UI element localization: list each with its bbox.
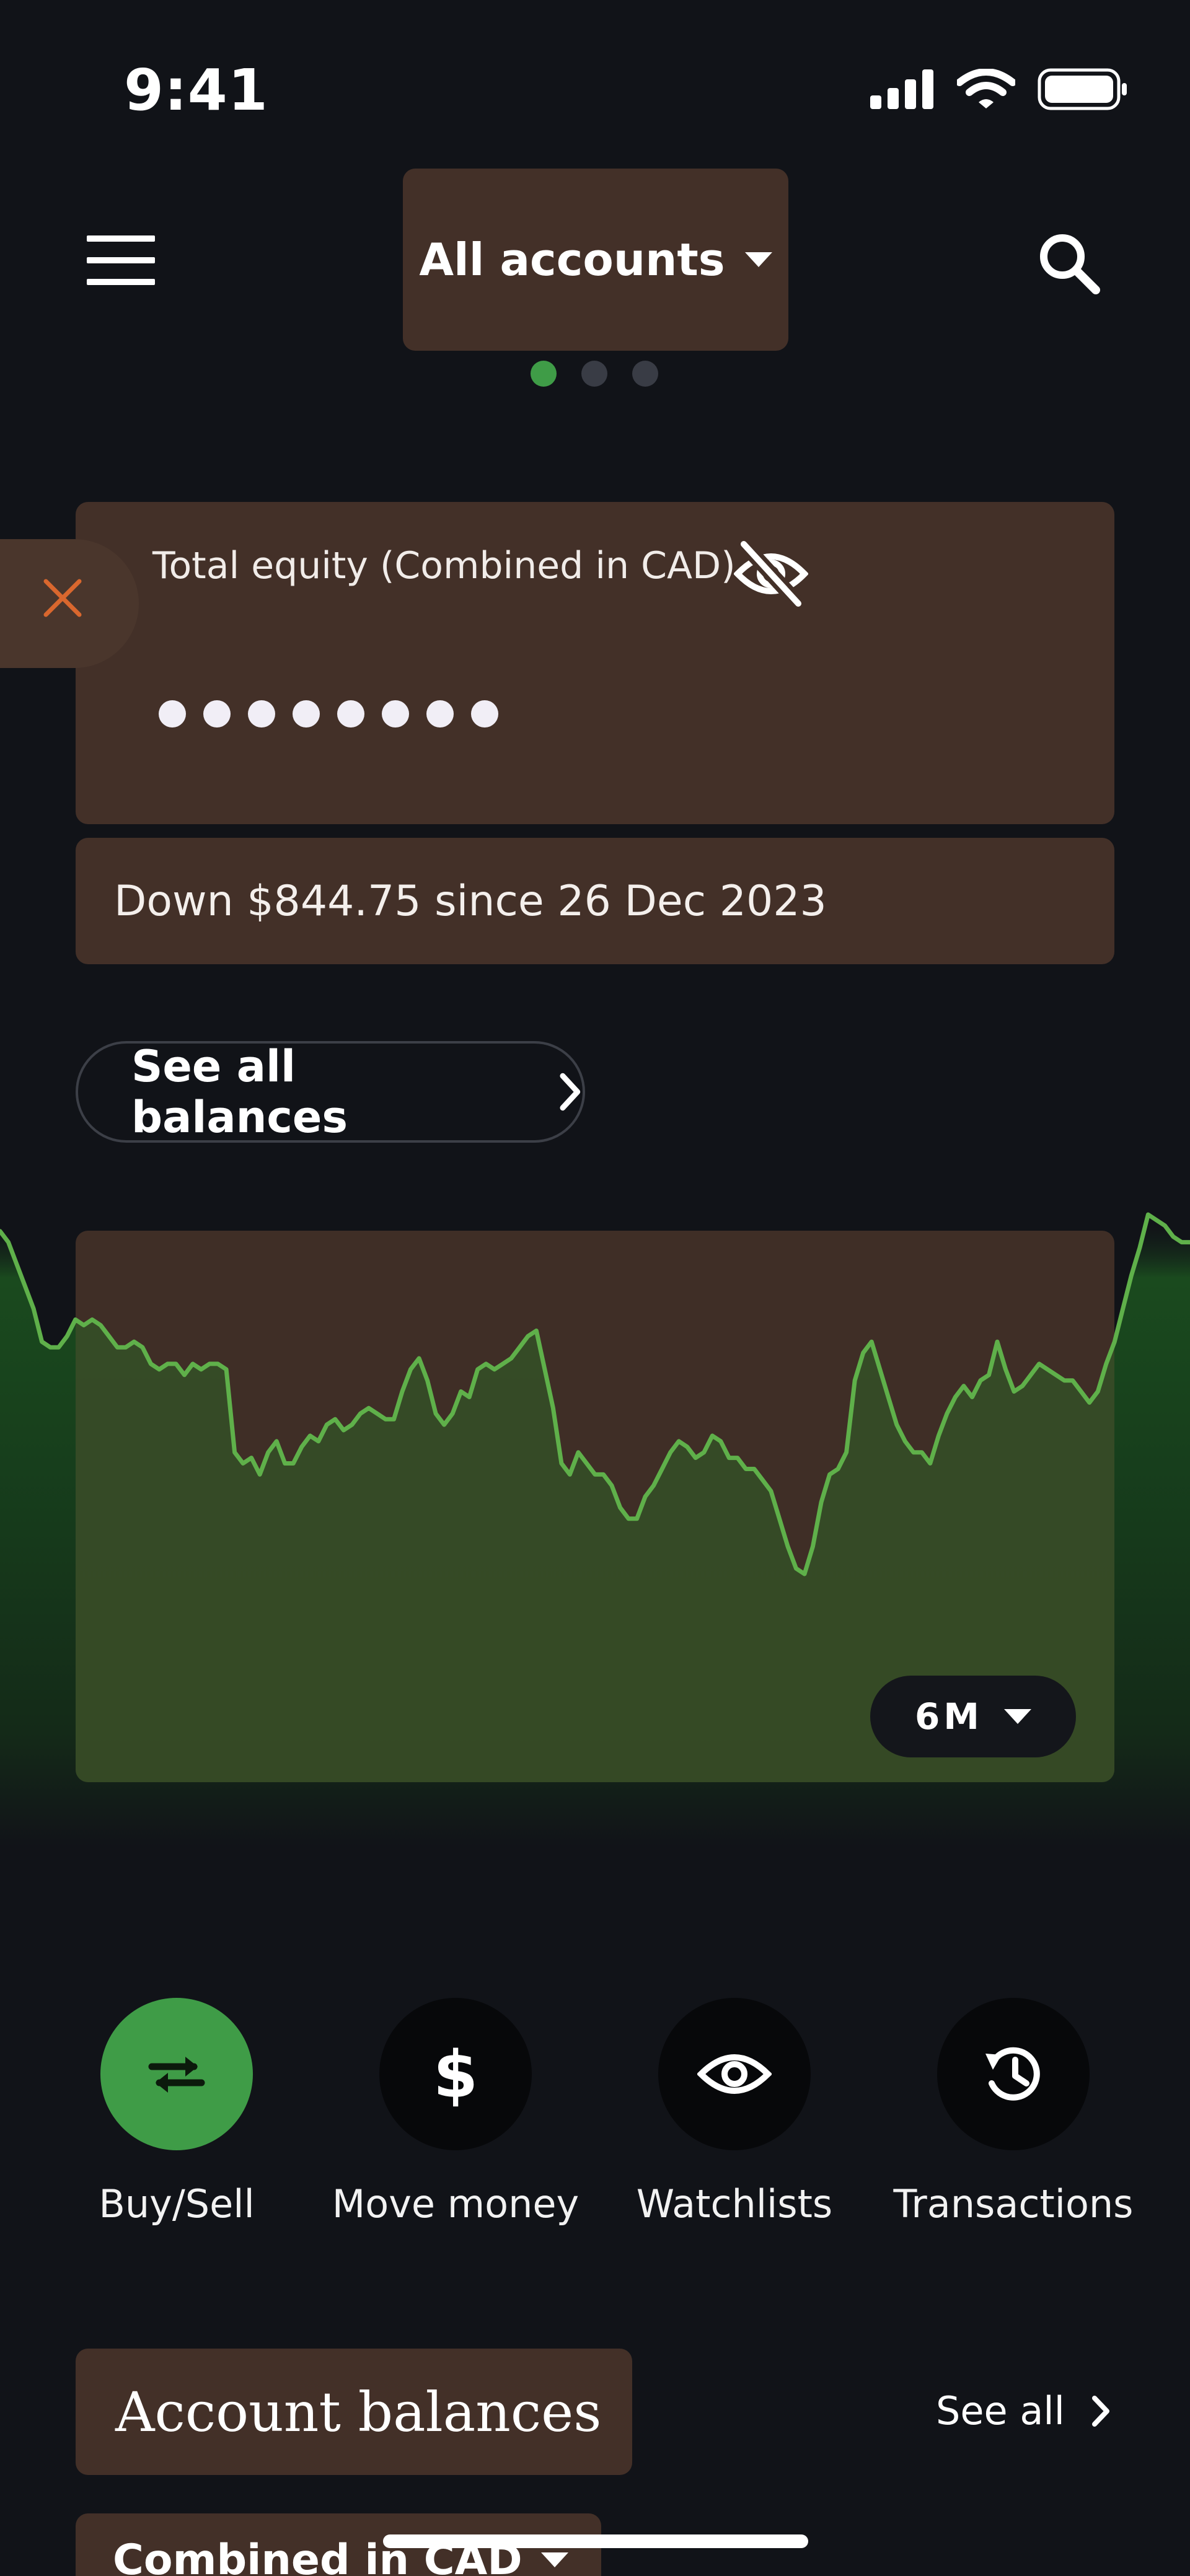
masked-digit-dot — [471, 700, 498, 728]
buy-sell-circle[interactable] — [100, 1998, 253, 2150]
watchlists-circle[interactable] — [658, 1998, 811, 2150]
masked-digit-dot — [337, 700, 364, 728]
watchlists-label: Watchlists — [636, 2181, 833, 2227]
see-all-link[interactable]: See all — [936, 2388, 1111, 2433]
transactions-label: Transactions — [893, 2181, 1134, 2227]
masked-digit-dot — [248, 700, 275, 728]
battery-icon — [1038, 68, 1127, 110]
home-indicator[interactable] — [383, 2534, 808, 2548]
eye-icon — [697, 2054, 772, 2094]
hamburger-menu-icon[interactable] — [87, 235, 155, 285]
period-selector[interactable]: 6M — [870, 1676, 1076, 1757]
status-icons — [870, 68, 1128, 110]
see-all-label: See all — [936, 2388, 1065, 2433]
page-dot-1[interactable] — [531, 361, 557, 387]
home-screen: 9:41 All accounts Total equity (Combined… — [0, 0, 1190, 2576]
cellular-signal-icon — [870, 69, 933, 109]
close-icon — [43, 579, 82, 617]
search-icon[interactable] — [1035, 229, 1103, 297]
period-selector-label: 6M — [914, 1695, 984, 1738]
masked-digit-dot — [426, 700, 454, 728]
see-all-balances-label: See all balances — [131, 1041, 348, 1143]
total-equity-label: Total equity (Combined in CAD) — [152, 544, 736, 587]
account-balances-heading: Account balances — [76, 2349, 632, 2475]
close-button[interactable] — [0, 539, 139, 668]
svg-text:$: $ — [434, 2040, 477, 2108]
page-indicator — [531, 361, 658, 387]
chevron-right-icon — [1091, 2395, 1109, 2427]
buy-sell-button[interactable]: Buy/Sell — [37, 1998, 316, 2227]
masked-digit-dot — [159, 700, 186, 728]
swap-arrows-icon — [148, 2057, 205, 2093]
dollar-icon: $ — [434, 2040, 477, 2108]
history-icon — [985, 2047, 1040, 2101]
watchlists-button[interactable]: Watchlists — [595, 1998, 874, 2227]
status-bar: 9:41 — [0, 0, 1190, 149]
wifi-icon — [957, 69, 1015, 108]
caret-down-icon — [540, 2552, 568, 2567]
buy-sell-label: Buy/Sell — [99, 2181, 255, 2227]
masked-digit-dot — [382, 700, 409, 728]
move-money-circle[interactable]: $ — [379, 1998, 532, 2150]
transactions-button[interactable]: Transactions — [874, 1998, 1153, 2227]
account-selector[interactable]: All accounts — [403, 169, 788, 351]
masked-equity-value — [159, 700, 498, 728]
move-money-button[interactable]: $ Move money — [316, 1998, 595, 2227]
quick-actions: Buy/Sell $ Move money Watchlists Transac… — [0, 1998, 1190, 2258]
chevron-right-icon — [560, 1073, 581, 1111]
move-money-label: Move money — [332, 2181, 580, 2227]
page-dot-3[interactable] — [632, 361, 658, 387]
account-selector-label: All accounts — [419, 234, 725, 286]
masked-digit-dot — [203, 700, 231, 728]
masked-digit-dot — [293, 700, 320, 728]
eye-off-icon[interactable] — [734, 539, 808, 607]
transactions-circle[interactable] — [937, 1998, 1090, 2150]
total-equity-card: Total equity (Combined in CAD) — [76, 502, 1114, 824]
caret-down-icon — [744, 252, 772, 267]
caret-down-icon — [1004, 1709, 1032, 1724]
see-all-balances-button[interactable]: See all balances — [76, 1041, 585, 1143]
page-dot-2[interactable] — [581, 361, 607, 387]
status-time: 9:41 — [124, 57, 268, 123]
equity-change-text: Down $844.75 since 26 Dec 2023 — [76, 838, 1114, 964]
